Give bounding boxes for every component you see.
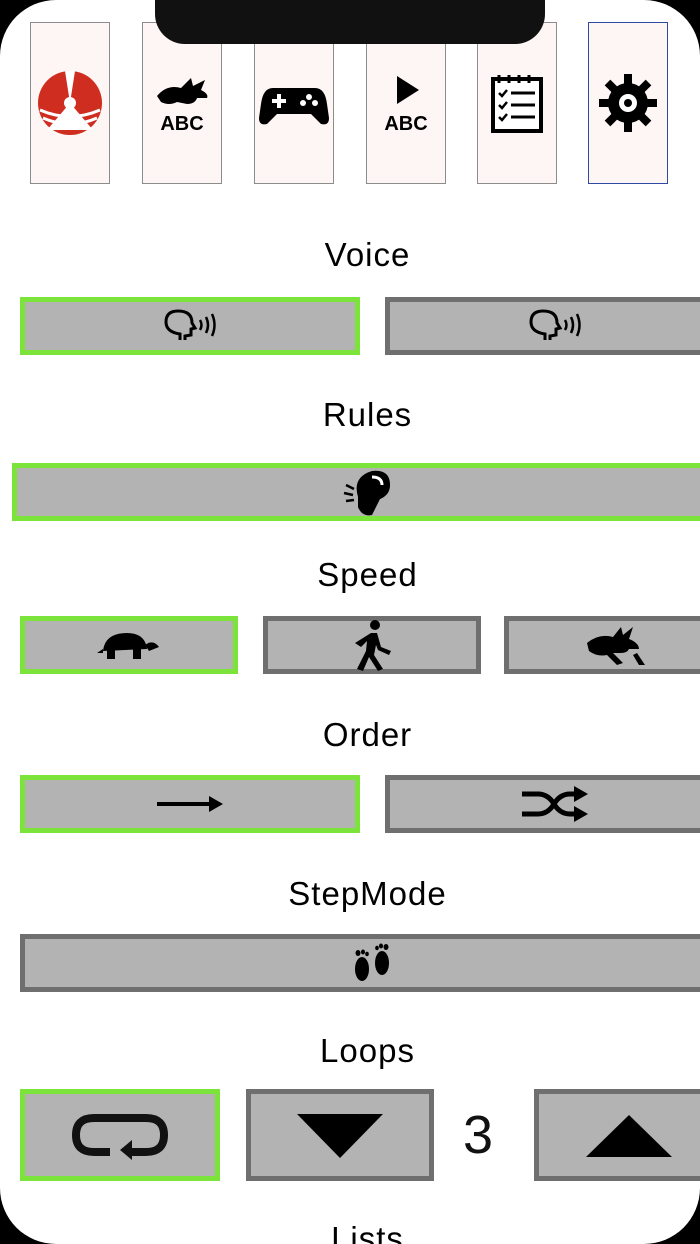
triangle-down-icon — [297, 1114, 383, 1158]
speaking-head-icon — [164, 309, 216, 340]
tab-list[interactable] — [477, 22, 557, 184]
rules-heading: Rules — [322, 396, 413, 433]
device-notch — [155, 0, 545, 44]
tab-play-abc[interactable]: ABC — [366, 22, 446, 184]
rabbit-abc-icon: ABC — [157, 78, 208, 135]
play-abc-icon: ABC — [384, 76, 428, 135]
repeat-icon — [71, 1114, 169, 1160]
running-rabbit-icon — [586, 627, 645, 665]
rules-toggle-button[interactable] — [12, 463, 700, 521]
voice-option-2-button[interactable] — [385, 297, 700, 355]
loops-toggle-button[interactable] — [20, 1089, 220, 1181]
svg-text:ABC: ABC — [384, 113, 427, 135]
speed-slow-button[interactable] — [20, 616, 238, 674]
speed-heading: Speed — [317, 556, 418, 593]
speaking-head-icon — [529, 309, 581, 340]
tab-settings[interactable] — [588, 22, 668, 184]
voice-option-1-button[interactable] — [20, 297, 360, 355]
gear-icon — [599, 74, 657, 132]
loops-heading: Loops — [320, 1032, 415, 1069]
loops-count: 3 — [462, 1105, 494, 1165]
tab-home[interactable] — [30, 22, 110, 184]
gamepad-icon — [259, 88, 329, 125]
settings-screen: ABC ABC Voice Rules Speed Order StepMode… — [0, 0, 700, 1244]
order-sequential-button[interactable] — [20, 775, 360, 833]
order-heading: Order — [322, 716, 413, 753]
voice-heading: Voice — [324, 236, 411, 273]
footprints-icon — [354, 943, 389, 981]
turtle-icon — [97, 633, 159, 659]
walking-person-icon — [355, 620, 391, 671]
loops-increment-button[interactable] — [534, 1089, 700, 1181]
loops-decrement-button[interactable] — [246, 1089, 434, 1181]
svg-text:ABC: ABC — [160, 113, 203, 135]
tab-game[interactable] — [254, 22, 334, 184]
speed-fast-button[interactable] — [504, 616, 700, 674]
stepmode-toggle-button[interactable] — [20, 934, 700, 992]
hearing-aid-icon — [343, 470, 390, 516]
tab-rabbit-abc[interactable]: ABC — [142, 22, 222, 184]
triangle-up-icon — [586, 1115, 672, 1157]
order-shuffle-button[interactable] — [385, 775, 700, 833]
checklist-icon — [491, 75, 543, 133]
shuffle-icon — [522, 786, 588, 822]
arrow-right-icon — [157, 796, 223, 812]
stepmode-heading: StepMode — [288, 875, 447, 912]
speed-medium-button[interactable] — [263, 616, 481, 674]
lists-heading: Lists — [331, 1220, 404, 1244]
target-logo-icon — [38, 71, 102, 135]
